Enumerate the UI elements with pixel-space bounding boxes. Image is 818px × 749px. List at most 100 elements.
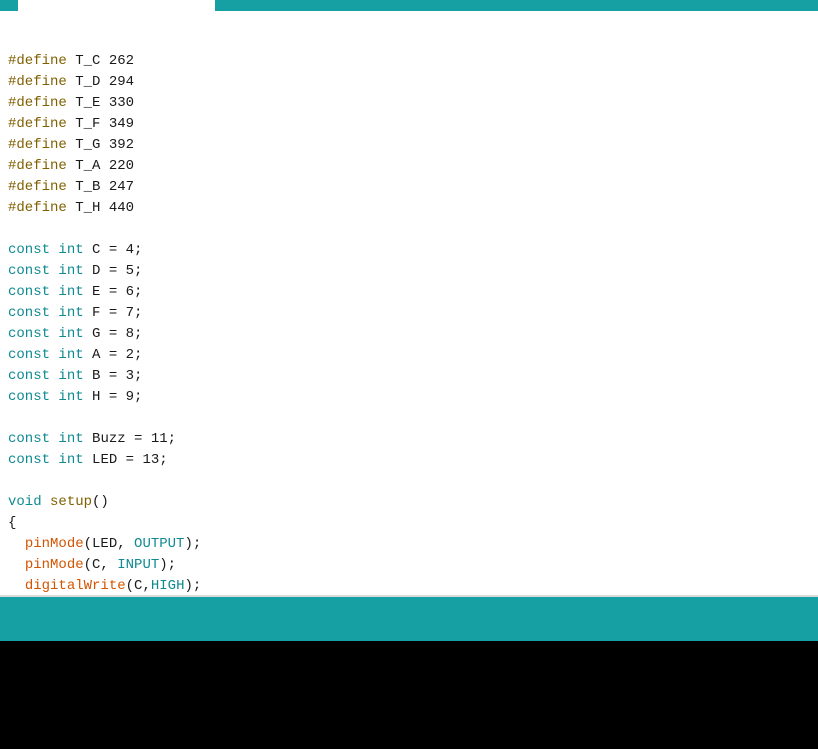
code-token-pre: #define: [8, 179, 67, 195]
code-token-kw: int: [58, 326, 84, 342]
code-token-plain: F = 7;: [83, 305, 143, 321]
code-editor-pane[interactable]: #define T_C 262 #define T_D 294 #define T_…: [0, 11, 818, 595]
code-token-plain: LED = 13;: [83, 452, 168, 468]
code-token-plain: (C,: [125, 578, 151, 594]
code-line[interactable]: #define T_C 262: [8, 51, 201, 72]
code-token-plain: T_F 349: [66, 116, 135, 132]
code-token-plain: {: [8, 515, 17, 531]
code-token-plain: G = 8;: [83, 326, 143, 342]
code-token-call: digitalWrite: [24, 578, 126, 594]
code-line[interactable]: #define T_E 330: [8, 93, 201, 114]
code-token-kw: const: [8, 431, 51, 447]
code-line[interactable]: #define T_D 294: [8, 72, 201, 93]
code-token-kw: const: [8, 326, 51, 342]
console-output-pane[interactable]: [0, 641, 818, 749]
code-line[interactable]: const int LED = 13;: [8, 450, 201, 471]
code-line[interactable]: void setup(): [8, 492, 201, 513]
code-line[interactable]: #define T_G 392: [8, 135, 201, 156]
code-token-pre: #define: [8, 137, 67, 153]
code-token-const: OUTPUT: [134, 536, 185, 552]
code-line[interactable]: const int D = 5;: [8, 261, 201, 282]
code-token-plain: );: [184, 578, 202, 594]
code-token-plain: Buzz = 11;: [83, 431, 177, 447]
code-token-const: HIGH: [150, 578, 185, 594]
code-token-kw: const: [8, 263, 51, 279]
code-token-plain: T_G 392: [66, 137, 135, 153]
code-token-pre: #define: [8, 95, 67, 111]
code-token-kw: const: [8, 242, 51, 258]
code-line[interactable]: digitalWrite(C,HIGH);: [8, 576, 201, 595]
code-token-plain: T_A 220: [66, 158, 135, 174]
code-token-plain: T_C 262: [66, 53, 135, 69]
code-token-plain: C = 4;: [83, 242, 143, 258]
code-line[interactable]: const int H = 9;: [8, 387, 201, 408]
code-token-pre: #define: [8, 158, 67, 174]
code-token-kw: const: [8, 368, 51, 384]
code-token-pre: #define: [8, 74, 67, 90]
code-token-kw: int: [58, 305, 84, 321]
code-token-kw: int: [58, 284, 84, 300]
code-token-kw: const: [8, 305, 51, 321]
code-token-kw: int: [58, 368, 84, 384]
code-token-plain: );: [159, 557, 177, 573]
code-line[interactable]: #define T_B 247: [8, 177, 201, 198]
code-line[interactable]: [8, 408, 201, 429]
code-token-kw: const: [8, 347, 51, 363]
code-line[interactable]: #define T_H 440: [8, 198, 201, 219]
code-token-kw: int: [58, 263, 84, 279]
code-token-kw: int: [58, 389, 84, 405]
code-line[interactable]: pinMode(C, INPUT);: [8, 555, 201, 576]
top-accent-segment-right: [215, 0, 818, 11]
code-token-plain: (): [92, 494, 109, 510]
code-line[interactable]: [8, 219, 201, 240]
top-accent-bar: [0, 0, 818, 11]
code-line[interactable]: [8, 471, 201, 492]
code-line[interactable]: const int F = 7;: [8, 303, 201, 324]
code-token-plain: E = 6;: [83, 284, 143, 300]
application-window: #define T_C 262 #define T_D 294 #define T_…: [0, 0, 818, 749]
code-token-kw: const: [8, 284, 51, 300]
code-token-fn: setup: [50, 494, 93, 510]
top-accent-segment-left: [0, 0, 18, 11]
code-line[interactable]: const int E = 6;: [8, 282, 201, 303]
code-line[interactable]: #define T_A 220: [8, 156, 201, 177]
code-text[interactable]: #define T_C 262 #define T_D 294 #define T_…: [0, 11, 201, 595]
code-token-pre: #define: [8, 53, 67, 69]
code-token-plain: (LED,: [83, 536, 135, 552]
code-line[interactable]: const int G = 8;: [8, 324, 201, 345]
code-token-plain: );: [184, 536, 202, 552]
code-token-kw: void: [8, 494, 42, 510]
code-token-plain: T_H 440: [66, 200, 135, 216]
code-token-call: pinMode: [24, 557, 84, 573]
code-line[interactable]: const int A = 2;: [8, 345, 201, 366]
code-token-plain: T_D 294: [66, 74, 135, 90]
code-token-call: pinMode: [24, 536, 84, 552]
code-line[interactable]: pinMode(LED, OUTPUT);: [8, 534, 201, 555]
code-token-kw: int: [58, 242, 84, 258]
code-token-plain: H = 9;: [83, 389, 143, 405]
code-token-plain: T_E 330: [66, 95, 135, 111]
code-token-const: INPUT: [117, 557, 160, 573]
code-token-plain: A = 2;: [83, 347, 143, 363]
code-line[interactable]: {: [8, 513, 201, 534]
code-token-pre: #define: [8, 116, 67, 132]
code-token-plain: (C,: [83, 557, 118, 573]
code-line[interactable]: const int B = 3;: [8, 366, 201, 387]
code-line[interactable]: const int C = 4;: [8, 240, 201, 261]
code-line[interactable]: const int Buzz = 11;: [8, 429, 201, 450]
code-token-plain: B = 3;: [83, 368, 143, 384]
status-bar[interactable]: [0, 597, 818, 641]
code-token-kw: int: [58, 452, 84, 468]
code-token-plain: T_B 247: [66, 179, 135, 195]
code-token-plain: D = 5;: [83, 263, 143, 279]
code-token-kw: const: [8, 452, 51, 468]
code-token-pre: #define: [8, 200, 67, 216]
code-token-kw: int: [58, 431, 84, 447]
code-token-kw: const: [8, 389, 51, 405]
code-token-kw: int: [58, 347, 84, 363]
code-line[interactable]: #define T_F 349: [8, 114, 201, 135]
